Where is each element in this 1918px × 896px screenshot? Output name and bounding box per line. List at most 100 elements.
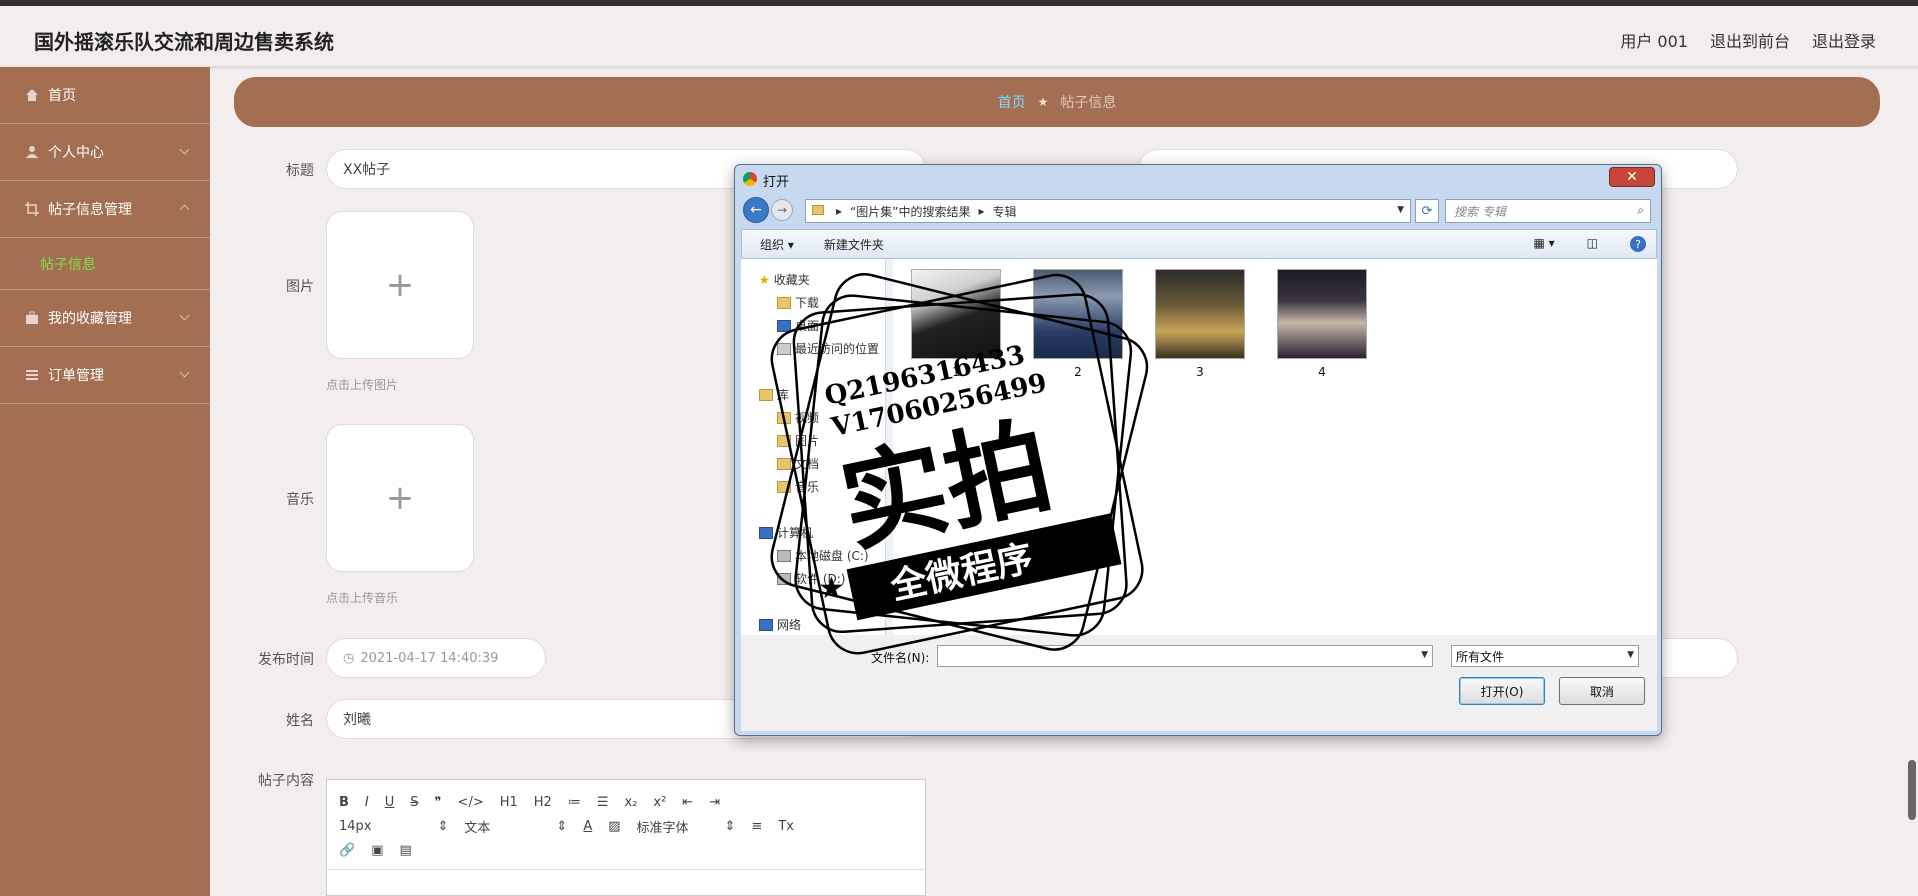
- breadcrumb-current: 帖子信息: [1060, 95, 1117, 111]
- bold-button[interactable]: B: [339, 795, 349, 810]
- nav-desktop[interactable]: 桌面: [777, 317, 819, 334]
- image-hint: 点击上传图片: [326, 378, 399, 392]
- filename-input[interactable]: ▼: [937, 645, 1433, 667]
- nav-computer[interactable]: 计算机: [759, 524, 813, 541]
- outdent-button[interactable]: ⇤: [682, 795, 693, 810]
- sidebar-item-orders[interactable]: 订单管理: [0, 347, 210, 404]
- strike-button[interactable]: S: [410, 795, 418, 810]
- sidebar-item-post-manage[interactable]: 帖子信息管理: [0, 181, 210, 238]
- align-icon[interactable]: ≡: [751, 819, 762, 834]
- text-style-select[interactable]: 文本 ⇕: [464, 817, 567, 836]
- file-thumbnail[interactable]: [911, 269, 1001, 359]
- nav-label: 视频: [795, 411, 820, 425]
- cancel-button[interactable]: 取消: [1559, 677, 1645, 705]
- path-segment-1[interactable]: “图片集”中的搜索结果: [850, 203, 970, 220]
- font-color-button[interactable]: A: [583, 819, 592, 834]
- font-family-select[interactable]: 标准字体 ⇕: [637, 817, 736, 836]
- open-button[interactable]: 打开(O): [1459, 677, 1545, 705]
- indent-button[interactable]: ⇥: [709, 795, 720, 810]
- nav-music[interactable]: 音乐: [777, 478, 819, 495]
- file-thumbnail[interactable]: [1033, 269, 1123, 359]
- file-open-dialog: 打开 ✕ ← → ▸ “图片集”中的搜索结果 ▸ 专辑 ▼ ⟳ 搜索 专辑 ⌕ …: [734, 164, 1662, 736]
- user-link[interactable]: 用户 001: [1620, 28, 1688, 52]
- plus-icon: +: [385, 478, 415, 518]
- italic-button[interactable]: I: [365, 795, 369, 810]
- sidebar-item-profile[interactable]: 个人中心: [0, 124, 210, 181]
- h2-button[interactable]: H2: [534, 795, 552, 810]
- clock-icon: ◷: [343, 650, 355, 666]
- nav-disk-c[interactable]: 本地磁盘 (C:): [777, 547, 869, 564]
- time-picker[interactable]: ◷ 2021-04-17 14:40:39: [326, 638, 546, 678]
- new-folder-button[interactable]: 新建文件夹: [824, 236, 884, 253]
- music-upload-button[interactable]: +: [326, 424, 474, 572]
- search-input[interactable]: 搜索 专辑 ⌕: [1445, 199, 1651, 223]
- file-thumbnail[interactable]: [1155, 269, 1245, 359]
- star-icon: ★: [759, 272, 770, 287]
- close-button[interactable]: ✕: [1609, 167, 1655, 187]
- code-button[interactable]: </>: [458, 795, 484, 810]
- underline-button[interactable]: U: [385, 795, 395, 810]
- toolbar-row-1: B I U S ❞ </> H1 H2 ≔ ☰ x₂ x² ⇤ ⇥: [339, 790, 913, 814]
- file-thumbnail[interactable]: [1277, 269, 1367, 359]
- logout-link[interactable]: 退出登录: [1812, 28, 1876, 52]
- search-placeholder: 搜索 专辑: [1454, 204, 1506, 219]
- nav-documents[interactable]: 文档: [777, 455, 819, 472]
- nav-pictures[interactable]: 图片: [777, 432, 819, 449]
- bullet-list-button[interactable]: ☰: [597, 795, 609, 810]
- view-icon[interactable]: ▦ ▾: [1533, 236, 1554, 252]
- link-icon[interactable]: 🔗: [339, 843, 355, 858]
- video-icon[interactable]: ▤: [399, 843, 411, 858]
- font-size-select[interactable]: 14px ⇕: [339, 819, 448, 834]
- image-upload-button[interactable]: +: [326, 211, 474, 359]
- back-button[interactable]: ←: [743, 197, 769, 223]
- updown-icon: ⇕: [724, 818, 736, 834]
- help-icon[interactable]: ?: [1630, 236, 1646, 252]
- nav-scrollbar[interactable]: [885, 259, 893, 635]
- quote-button[interactable]: ❞: [435, 795, 442, 810]
- nav-library[interactable]: 库: [759, 386, 789, 403]
- subscript-button[interactable]: x₂: [624, 795, 637, 810]
- chevron-right-icon: ▸: [836, 204, 843, 218]
- to-front-link[interactable]: 退出到前台: [1710, 28, 1790, 52]
- address-bar[interactable]: ▸ “图片集”中的搜索结果 ▸ 专辑 ▼: [805, 199, 1411, 223]
- page-scrollbar[interactable]: [1908, 760, 1916, 820]
- chevron-down-icon[interactable]: ▼: [1421, 650, 1428, 660]
- music-folder-icon: [777, 480, 791, 493]
- forward-button[interactable]: →: [771, 199, 793, 221]
- preview-pane-icon[interactable]: ◫: [1587, 236, 1598, 252]
- music-hint: 点击上传音乐: [326, 591, 399, 605]
- nav-network[interactable]: 网络: [759, 616, 801, 633]
- editor-toolbar: B I U S ❞ </> H1 H2 ≔ ☰ x₂ x² ⇤ ⇥ 14px ⇕ …: [327, 780, 925, 870]
- file-list: 1 2 3 4: [893, 259, 1657, 635]
- refresh-button[interactable]: ⟳: [1415, 199, 1439, 223]
- h1-button[interactable]: H1: [500, 795, 518, 810]
- nav-favorites[interactable]: ★ 收藏夹: [759, 271, 810, 288]
- nav-downloads[interactable]: 下载: [777, 294, 819, 311]
- organize-button[interactable]: 组织 ▾: [760, 236, 794, 253]
- sidebar-item-favorites[interactable]: 我的收藏管理: [0, 290, 210, 347]
- nav-recent[interactable]: 最近访问的位置: [777, 340, 879, 357]
- filetype-select[interactable]: 所有文件 ▼: [1451, 645, 1639, 667]
- superscript-button[interactable]: x²: [653, 795, 666, 810]
- arrow-right-icon: →: [776, 203, 788, 217]
- clear-format-icon[interactable]: Tx: [778, 819, 794, 834]
- header: 国外摇滚乐队交流和周边售卖系统 用户 001 退出到前台 退出登录: [0, 6, 1918, 67]
- star-icon: ★: [1037, 95, 1049, 109]
- sidebar-item-home[interactable]: 首页: [0, 67, 210, 124]
- network-icon: [759, 618, 773, 631]
- highlight-icon[interactable]: ▨: [608, 819, 620, 834]
- ordered-list-button[interactable]: ≔: [568, 795, 581, 810]
- chevron-down-icon: [179, 367, 190, 378]
- sidebar-subitem-posts[interactable]: 帖子信息: [0, 238, 210, 290]
- list-icon: [24, 367, 40, 383]
- breadcrumb-home[interactable]: 首页: [998, 92, 1026, 112]
- chevron-down-icon[interactable]: ▼: [1397, 205, 1404, 215]
- sidebar-item-label: 订单管理: [48, 368, 104, 384]
- nav-video[interactable]: 视频: [777, 409, 819, 426]
- sidebar: 首页 个人中心 帖子信息管理 帖子信息 我的收藏管理 订单管理: [0, 67, 210, 896]
- nav-label: 桌面: [795, 319, 820, 333]
- image-icon[interactable]: ▣: [371, 843, 383, 858]
- nav-label: 最近访问的位置: [795, 342, 880, 356]
- nav-disk-d[interactable]: 软件 (D:): [777, 570, 845, 587]
- path-segment-2[interactable]: 专辑: [993, 203, 1017, 220]
